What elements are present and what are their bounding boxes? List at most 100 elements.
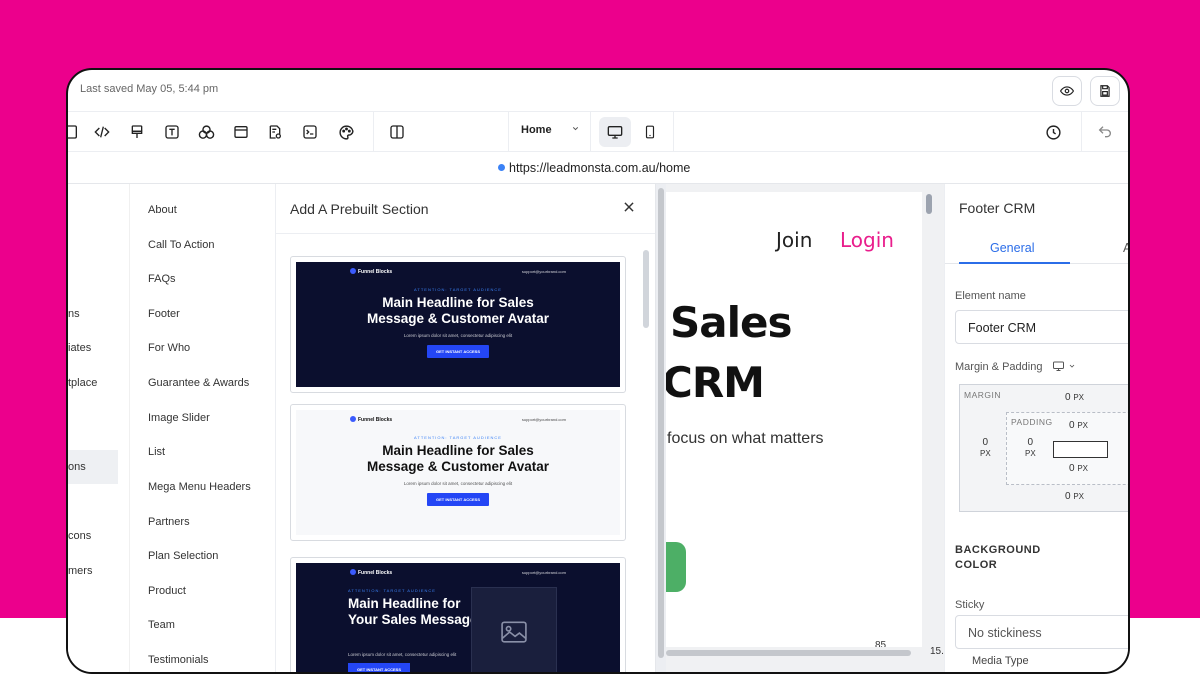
canvas-area: Join Login Sales CRM focus on what matte… <box>666 184 955 672</box>
template-email: support@yourbrand.com <box>521 417 566 422</box>
tab-general[interactable]: General <box>990 241 1034 255</box>
tab-advanced[interactable]: A <box>1123 241 1128 255</box>
prebuilt-panel-title: Add A Prebuilt Section <box>290 201 429 217</box>
padding-bottom-value[interactable]: 0 PX <box>1069 463 1088 474</box>
palette-tool-button[interactable] <box>337 123 355 141</box>
padding-left-value[interactable]: 0 PX <box>1025 437 1036 459</box>
window-tool-button[interactable] <box>232 123 250 141</box>
toolbar-divider <box>508 112 509 152</box>
columns-tool-button[interactable] <box>388 123 406 141</box>
category-item[interactable]: About <box>148 204 177 216</box>
form-tool-button[interactable] <box>68 123 80 141</box>
margin-top-value[interactable]: 0 PX <box>1065 392 1084 403</box>
mobile-view-button[interactable] <box>634 117 666 147</box>
template-card[interactable]: Funnel Blocks support@yourbrand.com ATTE… <box>290 404 626 541</box>
chevron-down-icon[interactable] <box>1068 361 1076 373</box>
element-name-label: Element name <box>955 290 1026 302</box>
content-box <box>1053 441 1108 458</box>
page-select-value: Home <box>521 124 552 136</box>
template-email: support@yourbrand.com <box>521 269 566 274</box>
last-saved-text: Last saved May 05, 5:44 pm <box>80 83 219 95</box>
category-item[interactable]: FAQs <box>148 273 176 285</box>
paint-tool-button[interactable] <box>128 123 146 141</box>
history-icon <box>1045 124 1061 140</box>
left-sidebar-item[interactable]: cons <box>68 530 91 542</box>
form-icon <box>68 125 77 139</box>
code-tool-button[interactable] <box>93 123 111 141</box>
category-item[interactable]: Footer <box>148 308 180 320</box>
nav-login-link[interactable]: Login <box>840 228 894 252</box>
document-search-tool-button[interactable] <box>266 123 284 141</box>
toolbar: Home <box>68 112 1128 152</box>
prebuilt-scrollbar[interactable] <box>643 250 649 328</box>
template-card[interactable]: Funnel Blocks support@yourbrand.com ATTE… <box>290 256 626 393</box>
element-name-field[interactable]: Footer CRM <box>955 310 1128 344</box>
media-type-label: Media Type <box>972 655 1029 667</box>
padding-top-value[interactable]: 0 PX <box>1069 420 1088 431</box>
save-icon <box>1100 85 1110 97</box>
toolbar-divider <box>1081 112 1082 152</box>
category-item[interactable]: Image Slider <box>148 412 210 424</box>
category-item[interactable]: Guarantee & Awards <box>148 377 249 389</box>
background-color-label: BACKGROUND COLOR <box>955 544 1041 571</box>
nav-join-link[interactable]: Join <box>776 228 812 252</box>
template-subtext: Lorem ipsum dolor sit amet, consectetur … <box>348 652 457 657</box>
toolbar-divider <box>590 112 591 152</box>
desktop-view-button[interactable] <box>599 117 631 147</box>
url-display[interactable]: https://leadmonsta.com.au/home <box>498 161 690 175</box>
image-placeholder <box>471 587 557 672</box>
save-button[interactable] <box>1090 76 1120 106</box>
template-cta: GET INSTANT ACCESS <box>426 493 490 506</box>
template-cta: GET INSTANT ACCESS <box>348 663 411 672</box>
padding-box: PADDING 0 PX 0 PX 0 PX <box>1006 412 1128 485</box>
box-model-editor: MARGIN 0 PX 0 PX 0 PX PADDING 0 PX 0 PX 0 … <box>959 384 1128 512</box>
left-sidebar-item[interactable]: tplace <box>68 377 97 389</box>
margin-bottom-value[interactable]: 0 PX <box>1065 491 1084 502</box>
palette-icon <box>338 124 354 140</box>
category-item[interactable]: Partners <box>148 516 190 528</box>
preview-button[interactable] <box>1052 76 1082 106</box>
sticky-select[interactable]: No stickiness <box>955 615 1128 649</box>
left-sidebar-item-active[interactable]: ons <box>68 450 118 484</box>
category-item[interactable]: For Who <box>148 342 190 354</box>
category-item[interactable]: Product <box>148 585 186 597</box>
shapes-tool-button[interactable] <box>197 123 215 141</box>
category-item[interactable]: Plan Selection <box>148 550 218 562</box>
left-sidebar-item[interactable]: ns <box>68 308 80 320</box>
margin-padding-label: Margin & Padding <box>955 360 1076 375</box>
template-headline: Main Headline for Your Sales Message <box>348 596 478 627</box>
template-card[interactable]: Funnel Blocks support@yourbrand.com ATTE… <box>290 557 626 672</box>
terminal-tool-button[interactable] <box>301 123 319 141</box>
template-brand: Funnel Blocks <box>350 268 392 275</box>
canvas-number: 85 <box>875 640 887 647</box>
category-item[interactable]: Mega Menu Headers <box>148 481 251 493</box>
hero-graphic <box>666 542 686 592</box>
left-sidebar-item[interactable]: iates <box>68 342 91 354</box>
canvas-page[interactable]: Join Login Sales CRM focus on what matte… <box>666 192 922 647</box>
status-dot-icon <box>498 164 505 171</box>
panel-scrollbar[interactable] <box>656 184 666 672</box>
page-select[interactable]: Home <box>521 124 580 136</box>
category-item[interactable]: Team <box>148 619 175 631</box>
template-headline: Main Headline for Sales Message & Custom… <box>366 295 550 326</box>
category-item[interactable]: List <box>148 446 165 458</box>
margin-left-value[interactable]: 0 PX <box>980 437 991 459</box>
category-item[interactable]: Testimonials <box>148 654 209 666</box>
undo-button[interactable] <box>1096 123 1114 141</box>
template-headline: Main Headline for Sales Message & Custom… <box>366 443 550 474</box>
panel-scrollbar-thumb[interactable] <box>658 188 664 658</box>
text-tool-button[interactable] <box>163 123 181 141</box>
left-sidebar-item[interactable]: mers <box>68 565 92 577</box>
desktop-icon <box>607 126 623 139</box>
active-tab-indicator <box>959 262 1070 264</box>
template-attention: ATTENTION: TARGET AUDIENCE <box>414 435 502 440</box>
history-button[interactable] <box>1044 123 1062 141</box>
left-sidebar: ns iates tplace ons cons mers <box>68 184 130 672</box>
category-item[interactable]: Call To Action <box>148 239 214 251</box>
canvas-horizontal-scrollbar[interactable] <box>666 650 911 656</box>
template-preview: Funnel Blocks support@yourbrand.com ATTE… <box>296 563 620 672</box>
brand-logo-icon <box>350 569 356 575</box>
shapes-icon <box>198 124 214 139</box>
canvas-vertical-scrollbar[interactable] <box>926 194 932 214</box>
close-button[interactable] <box>622 200 636 219</box>
